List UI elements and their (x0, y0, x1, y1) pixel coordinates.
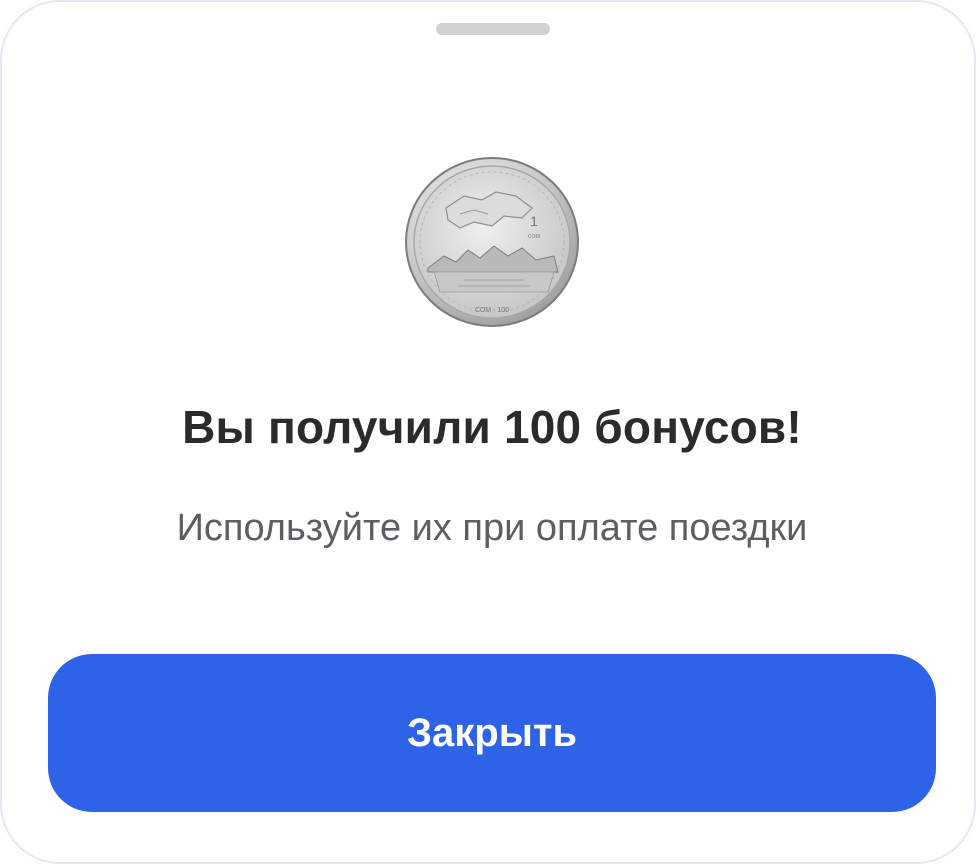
coin-currency: сом (528, 233, 540, 240)
close-button[interactable]: Закрыть (48, 654, 936, 812)
coin-denomination: 1 (530, 213, 538, 229)
coin-icon: 1 сом СОМ - 100 (404, 156, 580, 328)
bonus-dialog: 1 сом СОМ - 100 Вы получили 100 бонусов!… (0, 0, 976, 864)
drag-handle[interactable] (436, 23, 550, 35)
dialog-subtitle: Используйте их при оплате поездки (176, 507, 808, 549)
coin-inscription: СОМ - 100 (475, 307, 509, 314)
dialog-title: Вы получили 100 бонусов! (182, 401, 802, 453)
